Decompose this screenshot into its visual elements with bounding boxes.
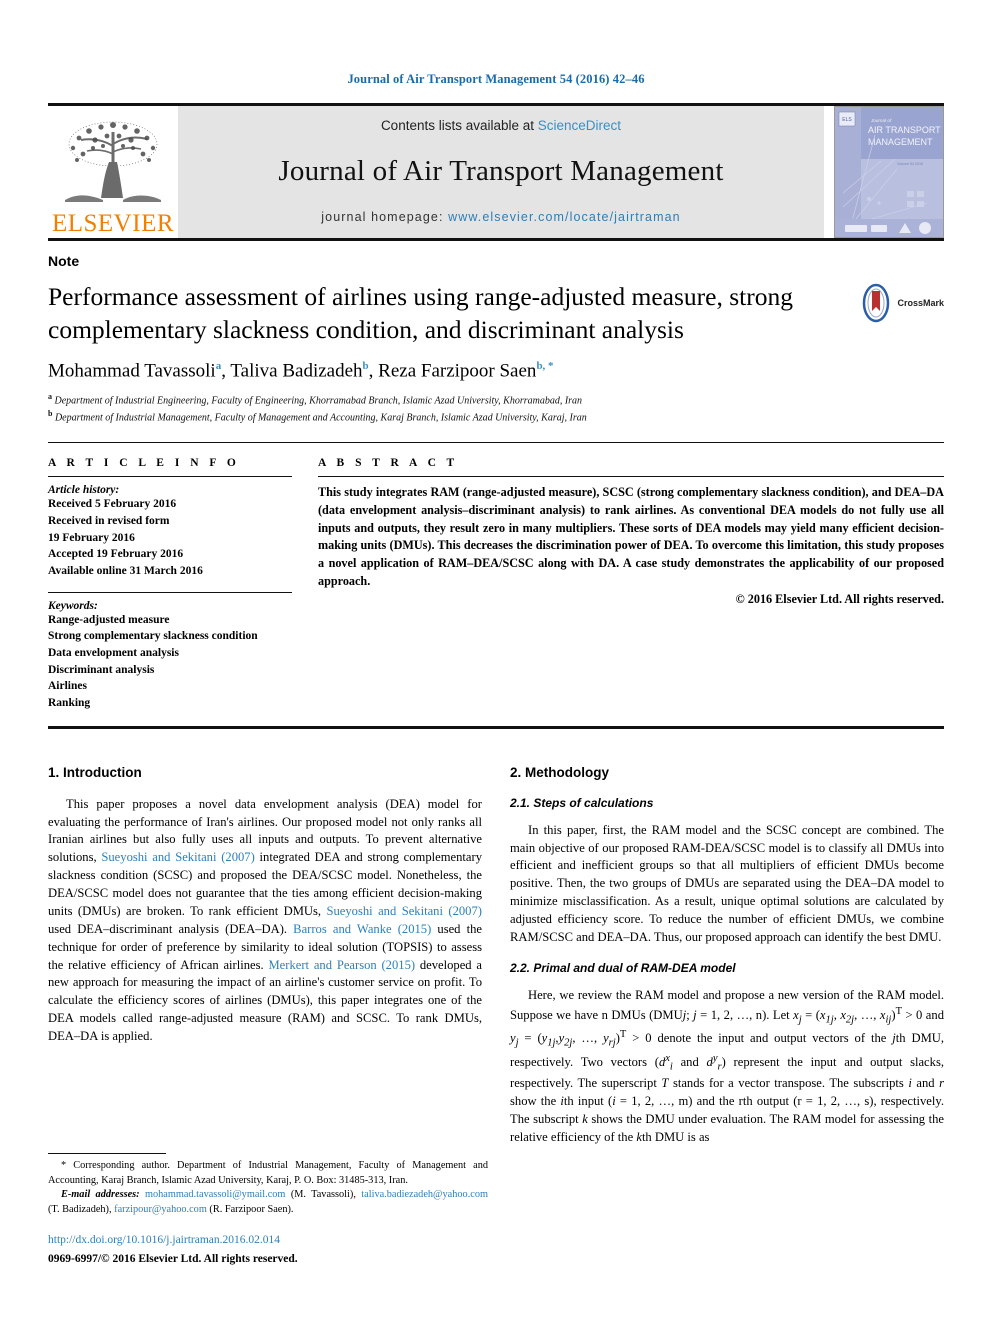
email-link-2[interactable]: taliva.badiezadeh@yahoo.com <box>361 1189 488 1200</box>
affiliation-a: a Department of Industrial Engineering, … <box>48 391 944 409</box>
abstract-column: A B S T R A C T This study integrates RA… <box>318 457 944 711</box>
article-info-column: A R T I C L E I N F O Article history: R… <box>48 457 318 711</box>
section-heading-methodology: 2. Methodology <box>510 764 609 780</box>
citation-link[interactable]: Sueyoshi and Sekitani (2007) <box>326 904 482 918</box>
abstract-heading: A B S T R A C T <box>318 457 459 470</box>
footnote-divider <box>48 1153 166 1155</box>
svg-text:MANAGEMENT: MANAGEMENT <box>868 137 933 147</box>
affiliation-mark-a: a <box>48 391 52 401</box>
keyword-item: Airlines <box>48 680 87 693</box>
running-head: Journal of Air Transport Management 54 (… <box>347 72 645 86</box>
email-link-1[interactable]: mohammad.tavassoli@ymail.com <box>145 1189 285 1200</box>
journal-masthead: ELSEVIER Contents lists available at Sci… <box>48 103 944 238</box>
corresponding-author-note: * Corresponding author. Department of In… <box>48 1160 488 1186</box>
history-item: Available online 31 March 2016 <box>48 564 203 577</box>
body-column-left: 1. Introduction This paper proposes a no… <box>48 765 482 1157</box>
citation-link[interactable]: Merkert and Pearson (2015) <box>268 958 415 972</box>
email-owner-2: (T. Badizadeh) <box>48 1204 109 1216</box>
history-item: 19 February 2016 <box>48 531 135 544</box>
keyword-item: Range-adjusted measure <box>48 613 170 626</box>
body-columns: 1. Introduction This paper proposes a no… <box>48 765 944 1157</box>
keyword-item: Ranking <box>48 696 91 709</box>
title-divider <box>48 238 944 241</box>
introduction-paragraph: This paper proposes a novel data envelop… <box>48 796 482 1046</box>
document-type-label: Note <box>48 253 80 269</box>
issn-copyright-line: 0969-6997/© 2016 Elsevier Ltd. All right… <box>48 1252 298 1265</box>
crossmark-label: CrossMark <box>897 298 944 308</box>
journal-homepage-line: journal homepage: www.elsevier.com/locat… <box>321 210 680 224</box>
author-name-2: Taliva Badizadeh <box>230 360 363 382</box>
elsevier-wordmark: ELSEVIER <box>51 210 175 237</box>
affiliation-mark-b: b <box>48 409 53 419</box>
crossmark-icon <box>863 283 890 323</box>
email-label: E-mail addresses: <box>61 1189 140 1201</box>
body-top-divider <box>48 725 944 729</box>
citation-link[interactable]: Barros and Wanke (2015) <box>293 922 431 936</box>
info-abstract-area: A R T I C L E I N F O Article history: R… <box>48 457 944 711</box>
abstract-rule <box>318 476 944 478</box>
journal-cover-art: ELS Journal of AIR TRANSPORT MANAGEMENT … <box>835 107 943 237</box>
elsevier-tree-icon <box>65 121 161 202</box>
svg-text:Volume 54 2016: Volume 54 2016 <box>897 162 923 166</box>
footnote-area: * Corresponding author. Department of In… <box>48 1153 488 1267</box>
history-item: Accepted 19 February 2016 <box>48 548 184 561</box>
abstract-copyright: © 2016 Elsevier Ltd. All rights reserved… <box>735 592 944 607</box>
page-title: Performance assessment of airlines using… <box>48 282 793 344</box>
journal-homepage-link[interactable]: www.elsevier.com/locate/jairtraman <box>448 210 681 224</box>
affiliation-list: a Department of Industrial Engineering, … <box>48 391 944 427</box>
subsection-heading-primal-dual: 2.2. Primal and dual of RAM-DEA model <box>510 960 736 975</box>
author-list: Mohammad Tavassolia, Taliva Badizadehb, … <box>48 360 554 382</box>
subsection-heading-steps: 2.1. Steps of calculations <box>510 795 654 810</box>
author-mark-3: b, * <box>536 360 554 373</box>
elsevier-logo: ELSEVIER <box>48 106 178 238</box>
contents-available-line: Contents lists available at ScienceDirec… <box>381 118 621 133</box>
doi-block: http://dx.doi.org/10.1016/j.jairtraman.2… <box>48 1232 488 1267</box>
svg-text:AIR TRANSPORT: AIR TRANSPORT <box>868 125 941 135</box>
article-info-heading: A R T I C L E I N F O <box>48 457 240 470</box>
methodology-steps-paragraph: In this paper, first, the RAM model and … <box>510 822 944 944</box>
keywords-rule <box>48 591 292 593</box>
homepage-prefix: journal homepage: <box>321 210 449 224</box>
abstract-text: This study integrates RAM (range-adjuste… <box>318 485 944 588</box>
affiliation-b: b Department of Industrial Management, F… <box>48 408 944 426</box>
methodology-model-paragraph: Here, we review the RAM model and propos… <box>510 987 945 1145</box>
article-history-list: Received 5 February 2016 Received in rev… <box>48 496 292 579</box>
email-link-3[interactable]: farzipour@yahoo.com <box>114 1204 207 1215</box>
info-top-divider <box>48 442 944 444</box>
section-heading-introduction: 1. Introduction <box>48 764 142 780</box>
article-info-rule <box>48 476 292 478</box>
citation-link[interactable]: Sueyoshi and Sekitani (2007) <box>101 850 254 864</box>
journal-cover-thumbnail: ELS Journal of AIR TRANSPORT MANAGEMENT … <box>834 106 944 238</box>
history-item: Received in revised form <box>48 514 170 527</box>
journal-band: Contents lists available at ScienceDirec… <box>178 106 824 238</box>
author-mark-1: a <box>215 360 222 373</box>
author-name-3: Reza Farzipoor Saen <box>378 360 537 382</box>
body-column-right: 2. Methodology 2.1. Steps of calculation… <box>510 765 944 1157</box>
journal-title: Journal of Air Transport Management <box>278 155 724 187</box>
svg-text:Journal of: Journal of <box>870 118 892 123</box>
author-name-1: Mohammad Tavassoli <box>48 360 216 382</box>
affiliation-text-b: Department of Industrial Management, Fac… <box>54 412 587 424</box>
email-owner-1: (M. Tavassoli) <box>290 1189 354 1201</box>
sciencedirect-link[interactable]: ScienceDirect <box>538 118 621 133</box>
author-mark-2: b <box>362 360 369 373</box>
keyword-item: Data envelopment analysis <box>48 646 179 659</box>
article-page: Journal of Air Transport Management 54 (… <box>0 0 992 1323</box>
keywords-block: Keywords: Range-adjusted measure Strong … <box>48 591 292 712</box>
intro-frag: used DEA–discriminant analysis (DEA–DA). <box>48 921 294 936</box>
keyword-item: Discriminant analysis <box>48 663 155 676</box>
email-addresses-note: E-mail addresses: mohammad.tavassoli@yma… <box>48 1189 488 1216</box>
crossmark-badge[interactable]: CrossMark <box>859 283 944 323</box>
keyword-item: Strong complementary slackness condition <box>48 630 258 643</box>
email-owner-3: (R. Farzipoor Saen) <box>209 1204 291 1216</box>
svg-text:ELS: ELS <box>842 117 852 123</box>
contents-prefix: Contents lists available at <box>380 118 538 133</box>
keywords-list: Range-adjusted measure Strong complement… <box>48 612 292 712</box>
history-item: Received 5 February 2016 <box>48 498 177 511</box>
article-history-title: Article history: <box>48 484 120 497</box>
title-row: Performance assessment of airlines using… <box>48 269 944 346</box>
affiliation-text-a: Department of Industrial Engineering, Fa… <box>54 394 583 406</box>
doi-link[interactable]: http://dx.doi.org/10.1016/j.jairtraman.2… <box>48 1232 488 1249</box>
keywords-title: Keywords: <box>48 599 98 612</box>
